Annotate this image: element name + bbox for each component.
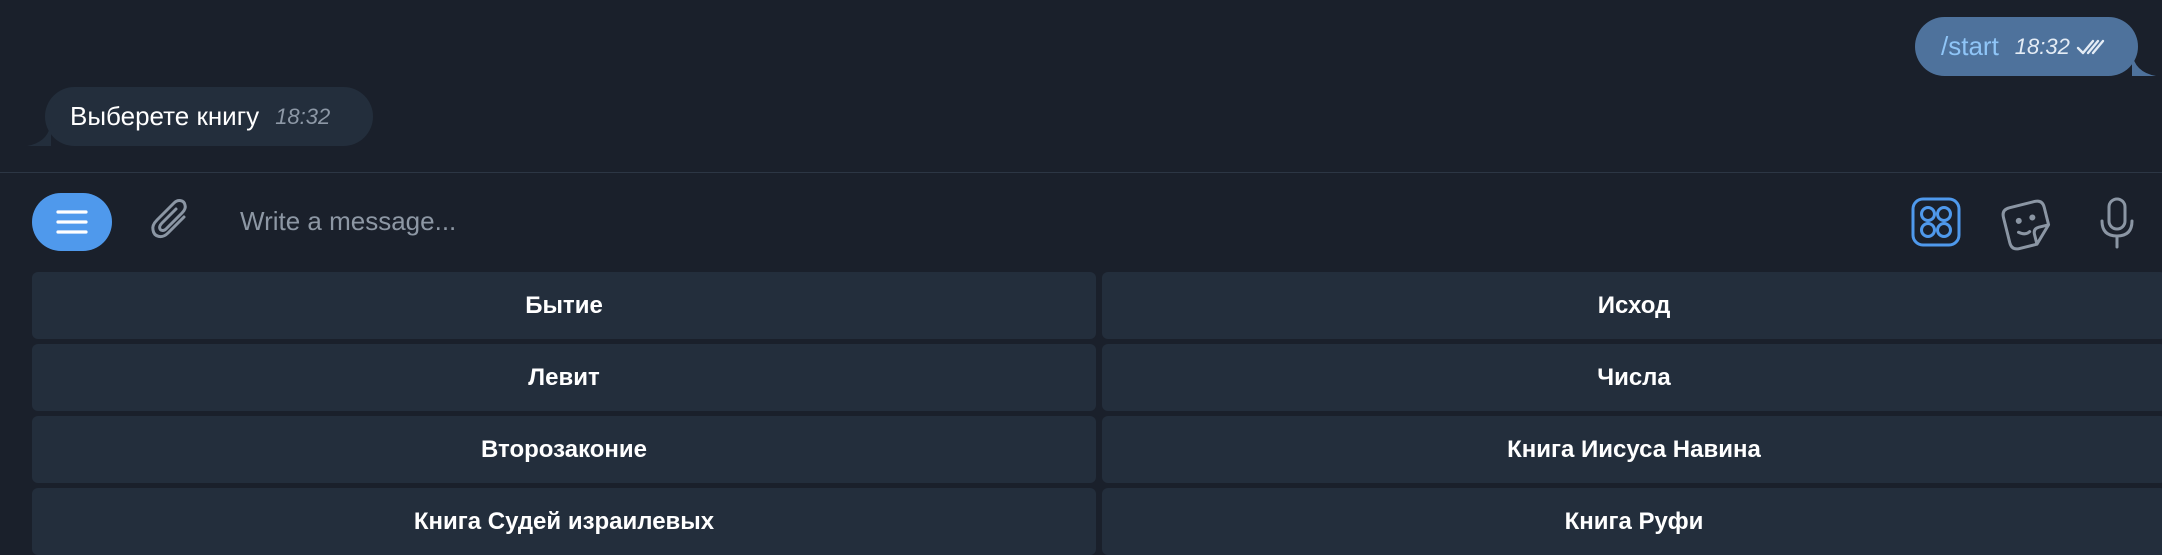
bot-keyboard-icon (1911, 197, 1961, 247)
message-composer (0, 173, 2162, 270)
paperclip-icon (151, 199, 187, 239)
chat-history: /start 18:32 Выберете книгу 18:32 (0, 0, 2162, 172)
message-time: 18:32 (2014, 33, 2070, 59)
keyboard-button-genesis[interactable]: Бытие (32, 272, 1096, 339)
message-text: /start (1941, 31, 1999, 61)
bubble-tail (27, 122, 51, 146)
bot-keyboard-toggle-button[interactable] (1911, 197, 1961, 247)
attach-button[interactable] (146, 196, 196, 246)
incoming-message[interactable]: Выберете книгу 18:32 (27, 87, 373, 146)
sticker-emoji-icon (2001, 199, 2051, 251)
message-input[interactable] (240, 195, 1840, 247)
double-check-icon (2076, 37, 2106, 57)
bot-reply-keyboard: Бытие Исход Левит Числа Второзаконие Кни… (0, 270, 2162, 555)
message-time: 18:32 (275, 103, 331, 129)
bubble-tail (2132, 52, 2156, 76)
keyboard-button-numbers[interactable]: Числа (1102, 344, 2162, 411)
reply-keyboard-grid: Бытие Исход Левит Числа Второзаконие Кни… (32, 272, 2162, 555)
sticker-button[interactable] (1999, 197, 2055, 253)
microphone-icon (2100, 197, 2134, 249)
keyboard-button-deuteronomy[interactable]: Второзаконие (32, 416, 1096, 483)
bot-menu-button[interactable] (32, 193, 112, 251)
message-text: Выберете книгу (70, 101, 260, 131)
keyboard-button-joshua[interactable]: Книга Иисуса Навина (1102, 416, 2162, 483)
keyboard-button-exodus[interactable]: Исход (1102, 272, 2162, 339)
voice-record-button[interactable] (2092, 195, 2142, 251)
menu-hamburger-icon (56, 210, 88, 234)
outgoing-message[interactable]: /start 18:32 (1915, 17, 2156, 76)
keyboard-button-leviticus[interactable]: Левит (32, 344, 1096, 411)
